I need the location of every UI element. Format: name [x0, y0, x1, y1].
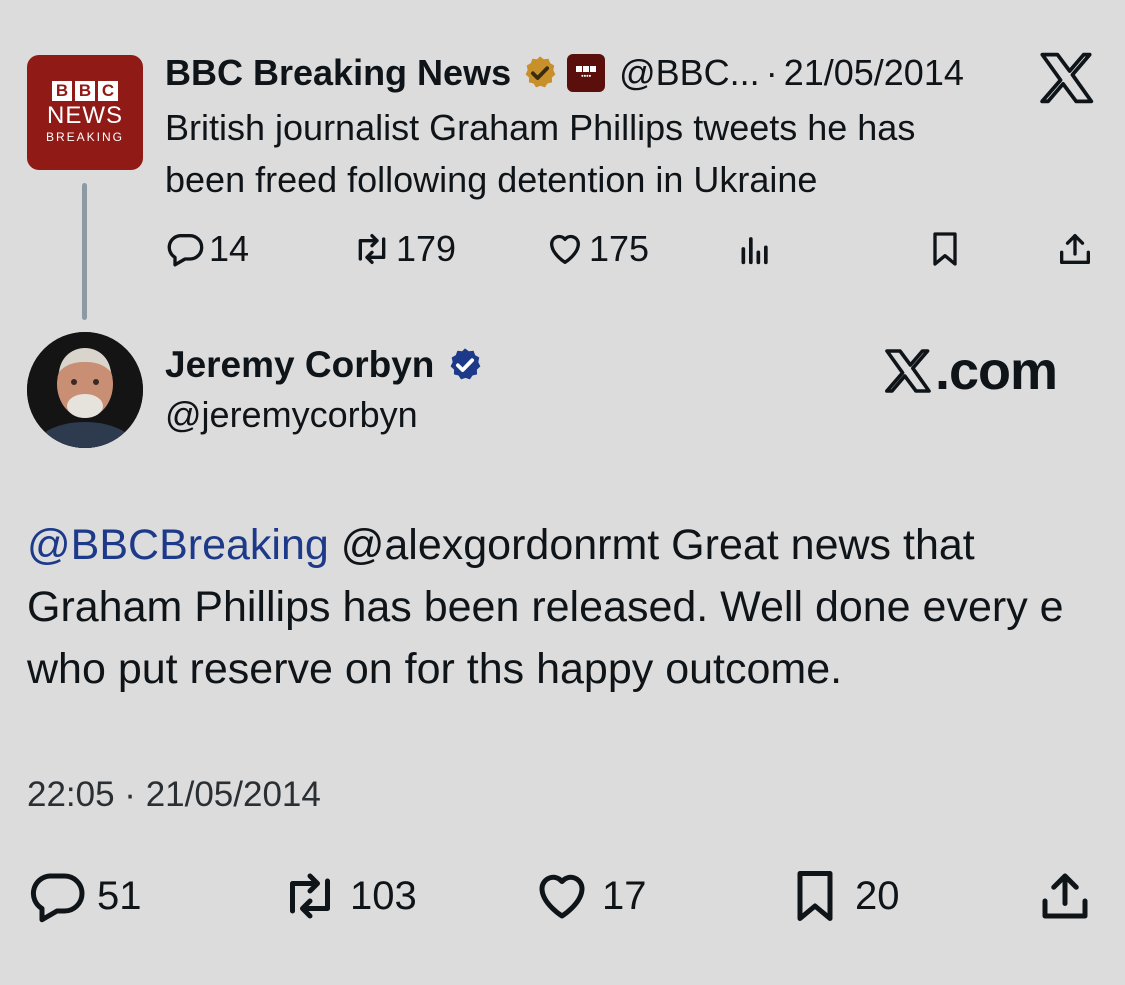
quoted-tweet-header: BBC Breaking News ▪▪▪▪ @BBC... · 21/05/2… [165, 50, 964, 96]
reply-icon [167, 234, 204, 267]
mention-link[interactable]: @BBCBreaking [27, 521, 329, 569]
author-name-row: Jeremy Corbyn [165, 344, 484, 386]
like-button[interactable]: 17 [532, 866, 647, 926]
quoted-like-count: 175 [589, 228, 650, 269]
author-name[interactable]: Jeremy Corbyn [165, 344, 434, 386]
repost-count: 103 [350, 873, 417, 918]
thread-connector-line [82, 183, 87, 320]
watermark-domain-suffix: .com [935, 341, 1058, 401]
bbc-avatar-news: NEWS [47, 101, 123, 129]
reply-icon [30, 873, 85, 923]
bookmark-icon [933, 232, 957, 266]
bbc-avatar[interactable]: B B C NEWS BREAKING [27, 55, 143, 170]
bookmark-icon [797, 871, 833, 921]
blue-verified-icon [450, 348, 481, 380]
tweet-timestamp[interactable]: 22:05 · 21/05/2014 [27, 775, 321, 815]
bookmark-button[interactable]: 20 [785, 866, 900, 926]
bbc-avatar-breaking: BREAKING [45, 129, 124, 144]
quoted-views-button[interactable] [735, 226, 775, 272]
tweet-line-1: @BBCBreaking @alexgordonrmt Great news t… [27, 514, 1107, 576]
tweet-line-1-rest: @alexgordonrmt Great news that [328, 521, 975, 569]
quoted-author-name[interactable]: BBC Breaking News [165, 52, 511, 94]
share-icon [1042, 873, 1088, 919]
quoted-author-handle[interactable]: @BBC... [619, 52, 760, 94]
bookmark-count: 20 [855, 873, 900, 918]
quoted-repost-button[interactable]: 179 [352, 226, 456, 272]
quoted-reply-button[interactable]: 14 [165, 226, 249, 272]
quoted-bookmark-button[interactable] [925, 226, 965, 272]
heart-icon [550, 234, 580, 264]
quoted-share-button[interactable] [1055, 226, 1095, 272]
repost-button[interactable]: 103 [280, 866, 417, 926]
author-handle[interactable]: @jeremycorbyn [165, 394, 418, 436]
quoted-reply-count: 14 [209, 228, 250, 269]
quoted-like-button[interactable]: 175 [545, 226, 649, 272]
x-logo-icon[interactable] [1040, 52, 1096, 104]
repost-icon [358, 234, 386, 264]
jeremy-corbyn-avatar[interactable] [27, 332, 143, 448]
x-com-watermark: .com [885, 340, 1058, 402]
share-icon [1060, 234, 1090, 264]
reply-button[interactable]: 51 [27, 866, 142, 926]
tweet-text: @BBCBreaking @alexgordonrmt Great news t… [27, 514, 1107, 700]
share-button[interactable] [1035, 866, 1095, 926]
repost-icon [290, 873, 330, 919]
tweet-line-2: Graham Phillips has been released. Well … [27, 583, 1064, 631]
bbc-block-b2: B [75, 80, 95, 101]
quoted-tweet-text: British journalist Graham Phillips tweet… [165, 102, 1055, 206]
bbc-block-b1: B [52, 80, 72, 101]
x-logo-icon [885, 349, 931, 393]
views-icon [741, 237, 768, 265]
bbc-block-c: C [98, 80, 118, 101]
profile-photo [27, 332, 143, 448]
tweet-line-3: who put reserve on for ths happy outcome… [27, 645, 843, 693]
quoted-repost-count: 179 [396, 228, 457, 269]
quoted-date-separator: · [765, 52, 778, 93]
bbc-logo-blocks: B B C [52, 80, 118, 101]
quoted-text-line-2: been freed following detention in Ukrain… [165, 159, 818, 200]
reply-count: 51 [97, 873, 142, 918]
quoted-text-line-1: British journalist Graham Phillips tweet… [165, 107, 916, 148]
quoted-date[interactable]: 21/05/2014 [784, 52, 964, 94]
like-count: 17 [602, 873, 647, 918]
gold-verified-icon [525, 56, 556, 88]
heart-icon [539, 874, 585, 919]
bbc-affiliate-logo-icon: ▪▪▪▪ [567, 54, 606, 92]
